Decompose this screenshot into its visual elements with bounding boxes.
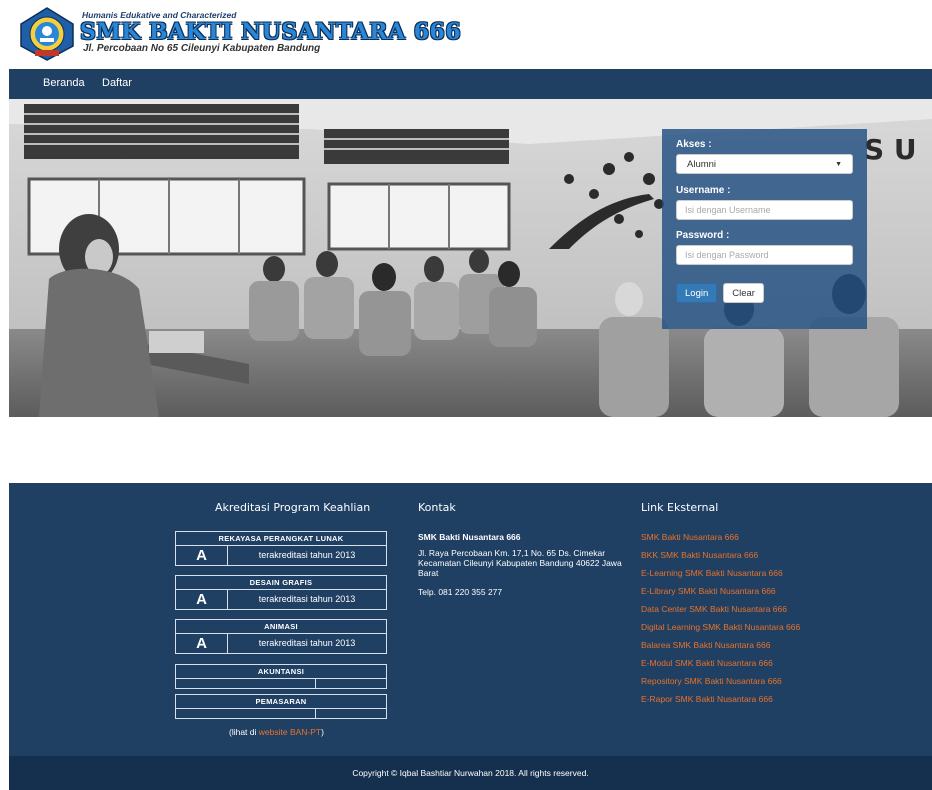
accreditation-status: terakreditasi tahun 2013 <box>258 550 356 560</box>
kontak-title: Kontak <box>418 501 456 514</box>
ext-link-erapor[interactable]: E-Rapor SMK Bakti Nusantara 666 <box>641 694 773 704</box>
program-name: PEMASARAN <box>176 695 386 709</box>
username-label: Username : <box>676 185 731 196</box>
link-eksternal-title: Link Eksternal <box>641 501 719 514</box>
akreditasi-rpl: REKAYASA PERANGKAT LUNAK A terakreditasi… <box>175 531 387 566</box>
ext-link-elearning[interactable]: E-Learning SMK Bakti Nusantara 666 <box>641 568 783 578</box>
ext-link-datacenter[interactable]: Data Center SMK Bakti Nusantara 666 <box>641 604 787 614</box>
username-input[interactable] <box>676 200 853 220</box>
copyright-text: Copyright © Iqbal Bashtiar Nurwahan 2018… <box>352 768 589 778</box>
ext-link-smk[interactable]: SMK Bakti Nusantara 666 <box>641 532 739 542</box>
grade-badge <box>176 679 316 688</box>
ext-link-emodul[interactable]: E-Modul SMK Bakti Nusantara 666 <box>641 658 773 668</box>
program-name: REKAYASA PERANGKAT LUNAK <box>176 532 386 546</box>
accreditation-status <box>316 709 386 718</box>
nav-beranda[interactable]: Beranda <box>43 77 85 89</box>
grade-badge: A <box>176 590 228 609</box>
ext-link-digital-learning[interactable]: Digital Learning SMK Bakti Nusantara 666 <box>641 622 800 632</box>
program-name: ANIMASI <box>176 620 386 634</box>
clear-button[interactable]: Clear <box>723 283 764 303</box>
login-panel: Akses : Alumni ▼ Username : Password : L… <box>662 129 867 329</box>
school-address: Jl. Percobaan No 65 Cileunyi Kabupaten B… <box>83 43 321 54</box>
grade-badge: A <box>176 546 228 565</box>
password-input[interactable] <box>676 245 853 265</box>
kontak-phone: Telp. 081 220 355 277 <box>418 587 503 597</box>
kontak-school-name: SMK Bakti Nusantara 666 <box>418 532 521 542</box>
school-name: SMK BAKTI NUSANTARA 666 <box>80 19 462 45</box>
site-footer: Akreditasi Program Keahlian Kontak Link … <box>9 483 932 756</box>
nav-daftar[interactable]: Daftar <box>102 77 132 89</box>
ban-note-prefix: (lihat di <box>229 727 259 737</box>
copyright-bar: Copyright © Iqbal Bashtiar Nurwahan 2018… <box>9 756 932 790</box>
school-logo-icon <box>20 7 74 61</box>
ext-link-balarea[interactable]: Balarea SMK Bakti Nusantara 666 <box>641 640 770 650</box>
svg-text:S U: S U <box>864 133 917 166</box>
ext-link-repository[interactable]: Repository SMK Bakti Nusantara 666 <box>641 676 782 686</box>
akreditasi-animasi: ANIMASI A terakreditasi tahun 2013 <box>175 619 387 654</box>
akreditasi-akuntansi: AKUNTANSI <box>175 664 387 689</box>
password-label: Password : <box>676 230 730 241</box>
akses-select[interactable]: Alumni ▼ <box>676 154 853 174</box>
akreditasi-pemasaran: PEMASARAN <box>175 694 387 719</box>
accreditation-status: terakreditasi tahun 2013 <box>258 594 356 604</box>
akreditasi-dkv: DESAIN GRAFIS A terakreditasi tahun 2013 <box>175 575 387 610</box>
program-name: AKUNTANSI <box>176 665 386 679</box>
chevron-down-icon: ▼ <box>835 160 842 168</box>
program-name: DESAIN GRAFIS <box>176 576 386 590</box>
site-header: Humanis Edukative and Characterized SMK … <box>0 0 932 68</box>
accreditation-status: terakreditasi tahun 2013 <box>258 638 356 648</box>
grade-badge <box>176 709 316 718</box>
akses-selected-value: Alumni <box>687 158 717 170</box>
ban-pt-note: (lihat di website BAN-PT) <box>229 727 324 737</box>
kontak-address: Jl. Raya Percobaan Km. 17,1 No. 65 Ds. C… <box>418 548 622 578</box>
accreditation-status <box>316 679 386 688</box>
main-navbar: Beranda Daftar <box>9 69 932 99</box>
login-buttons: Login Clear <box>676 283 853 303</box>
akses-label: Akses : <box>676 139 712 150</box>
grade-badge: A <box>176 634 228 653</box>
akreditasi-title: Akreditasi Program Keahlian <box>215 501 371 514</box>
login-button[interactable]: Login <box>676 283 718 303</box>
ext-link-bkk[interactable]: BKK SMK Bakti Nusantara 666 <box>641 550 758 560</box>
ban-note-suffix: ) <box>321 727 324 737</box>
ban-pt-link[interactable]: website BAN-PT <box>259 727 321 737</box>
ext-link-elibrary[interactable]: E-Library SMK Bakti Nusantara 666 <box>641 586 776 596</box>
